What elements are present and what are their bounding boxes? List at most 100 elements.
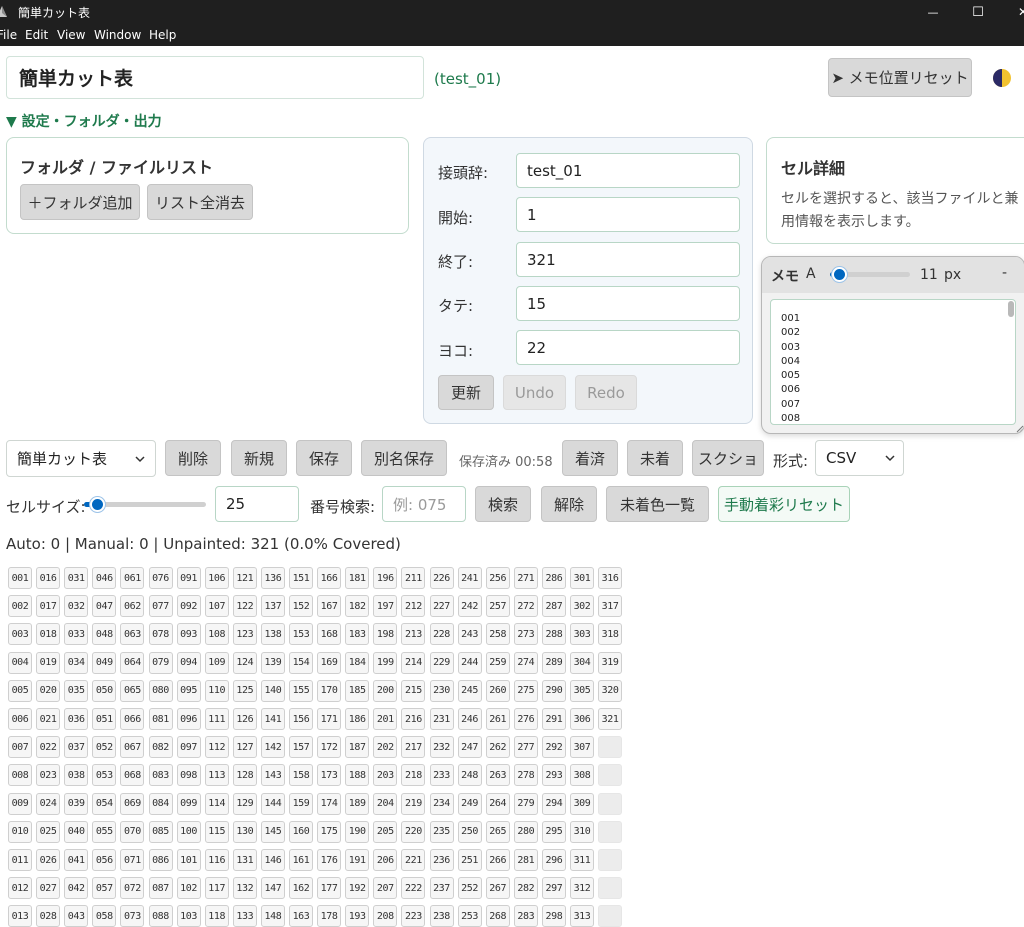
grid-cell[interactable]: 040	[64, 820, 89, 843]
grid-cell[interactable]: 058	[92, 905, 117, 927]
grid-cell[interactable]: 271	[513, 567, 538, 589]
grid-cell[interactable]: 268	[485, 905, 510, 927]
grid-cell[interactable]: 235	[429, 820, 454, 843]
menu-window[interactable]: Window	[94, 28, 141, 42]
grid-cell[interactable]: 146	[260, 849, 285, 871]
grid-cell[interactable]: 168	[317, 623, 342, 646]
grid-cell[interactable]: 214	[401, 651, 426, 674]
grid-cell[interactable]: 125	[232, 679, 257, 702]
grid-cell[interactable]: 305	[570, 679, 594, 702]
grid-cell[interactable]: 296	[541, 849, 566, 871]
grid-cell[interactable]: 072	[120, 877, 145, 900]
grid-cell[interactable]: 265	[485, 820, 510, 843]
grid-cell[interactable]: 133	[232, 905, 257, 927]
painted-button[interactable]: 着済	[562, 440, 618, 476]
grid-cell[interactable]: 087	[148, 877, 173, 900]
grid-cell[interactable]: 249	[457, 792, 482, 815]
grid-cell[interactable]: 231	[429, 708, 454, 730]
grid-cell[interactable]: 132	[232, 877, 257, 900]
grid-cell[interactable]: 035	[64, 679, 89, 702]
close-button[interactable]: ✕	[1000, 0, 1024, 24]
grid-cell[interactable]: 277	[513, 736, 538, 759]
grid-cell[interactable]: 217	[401, 736, 426, 759]
grid-cell[interactable]: 026	[36, 849, 61, 871]
settings-toggle[interactable]: ▼ 設定・フォルダ・出力	[6, 111, 162, 131]
grid-cell[interactable]: 068	[120, 764, 145, 787]
grid-cell[interactable]: 244	[457, 651, 482, 674]
grid-cell[interactable]: 175	[317, 820, 342, 843]
grid-cell[interactable]: 113	[204, 764, 229, 787]
grid-cell[interactable]: 238	[429, 905, 454, 927]
grid-cell[interactable]: 280	[513, 820, 538, 843]
memo-window[interactable]: メモ A 11 px - 001 002 003 004 005 006 007 008	[761, 256, 1024, 434]
grid-cell[interactable]: 009	[8, 792, 32, 815]
grid-cell[interactable]: 317	[598, 595, 623, 618]
grid-cell[interactable]: 256	[485, 567, 510, 589]
grid-cell[interactable]: 110	[204, 679, 229, 702]
grid-cell[interactable]: 054	[92, 792, 117, 815]
grid-cell[interactable]: 073	[120, 905, 145, 927]
grid-cell[interactable]: 098	[176, 764, 201, 787]
grid-cell[interactable]: 151	[289, 567, 313, 589]
grid-cell[interactable]: 154	[289, 651, 313, 674]
grid-cell[interactable]: 053	[92, 764, 117, 787]
grid-cell[interactable]: 017	[36, 595, 61, 618]
grid-cell[interactable]: 183	[345, 623, 370, 646]
grid-cell[interactable]: 139	[260, 651, 285, 674]
grid-cell[interactable]: 083	[148, 764, 173, 787]
grid-cell[interactable]: 004	[8, 651, 32, 674]
grid-cell[interactable]: 181	[345, 567, 370, 589]
grid-cell[interactable]: 057	[92, 877, 117, 900]
memo-reset-button[interactable]: ➤ メモ位置リセット	[828, 58, 972, 97]
grid-cell[interactable]: 228	[429, 623, 454, 646]
grid-cell[interactable]: 086	[148, 849, 173, 871]
grid-cell[interactable]: 253	[457, 905, 482, 927]
sheet-title-input[interactable]: 簡単カット表	[6, 56, 424, 99]
grid-cell[interactable]: 013	[8, 905, 32, 927]
grid-cell[interactable]: 292	[541, 736, 566, 759]
grid-cell[interactable]: 070	[120, 820, 145, 843]
menu-help[interactable]: Help	[149, 28, 176, 42]
grid-cell[interactable]: 012	[8, 877, 32, 900]
grid-cell[interactable]: 251	[457, 849, 482, 871]
grid-cell[interactable]: 241	[457, 567, 482, 589]
grid-cell[interactable]: 230	[429, 679, 454, 702]
grid-cell[interactable]: 152	[289, 595, 313, 618]
end-input[interactable]: 321	[516, 242, 740, 277]
grid-cell[interactable]: 095	[176, 679, 201, 702]
grid-cell[interactable]: 187	[345, 736, 370, 759]
grid-cell[interactable]: 129	[232, 792, 257, 815]
grid-cell[interactable]: 262	[485, 736, 510, 759]
grid-cell[interactable]: 079	[148, 651, 173, 674]
grid-cell[interactable]: 136	[260, 567, 285, 589]
grid-cell[interactable]: 145	[260, 820, 285, 843]
grid-cell[interactable]: 093	[176, 623, 201, 646]
grid-cell[interactable]: 096	[176, 708, 201, 730]
grid-cell[interactable]: 161	[289, 849, 313, 871]
maximize-button[interactable]: ☐	[955, 0, 1001, 24]
grid-cell[interactable]: 282	[513, 877, 538, 900]
grid-cell[interactable]: 056	[92, 849, 117, 871]
grid-cell[interactable]: 109	[204, 651, 229, 674]
menu-edit[interactable]: Edit	[25, 28, 48, 42]
grid-cell[interactable]: 118	[204, 905, 229, 927]
grid-cell[interactable]: 178	[317, 905, 342, 927]
grid-cell[interactable]: 159	[289, 792, 313, 815]
grid-cell[interactable]: 303	[570, 623, 594, 646]
grid-cell[interactable]: 064	[120, 651, 145, 674]
grid-cell[interactable]: 005	[8, 679, 32, 702]
grid-cell[interactable]: 320	[598, 679, 623, 702]
grid-cell[interactable]: 312	[570, 877, 594, 900]
grid-cell[interactable]: 308	[570, 764, 594, 787]
grid-cell[interactable]: 047	[92, 595, 117, 618]
grid-cell[interactable]: 248	[457, 764, 482, 787]
grid-cell[interactable]: 167	[317, 595, 342, 618]
cell-size-input[interactable]: 25	[215, 486, 299, 522]
grid-cell[interactable]: 198	[373, 623, 398, 646]
uncolored-list-button[interactable]: 未着色一覧	[606, 486, 709, 522]
grid-cell[interactable]: 088	[148, 905, 173, 927]
grid-cell[interactable]: 103	[176, 905, 201, 927]
grid-cell[interactable]: 261	[485, 708, 510, 730]
grid-cell[interactable]: 177	[317, 877, 342, 900]
grid-cell[interactable]: 153	[289, 623, 313, 646]
